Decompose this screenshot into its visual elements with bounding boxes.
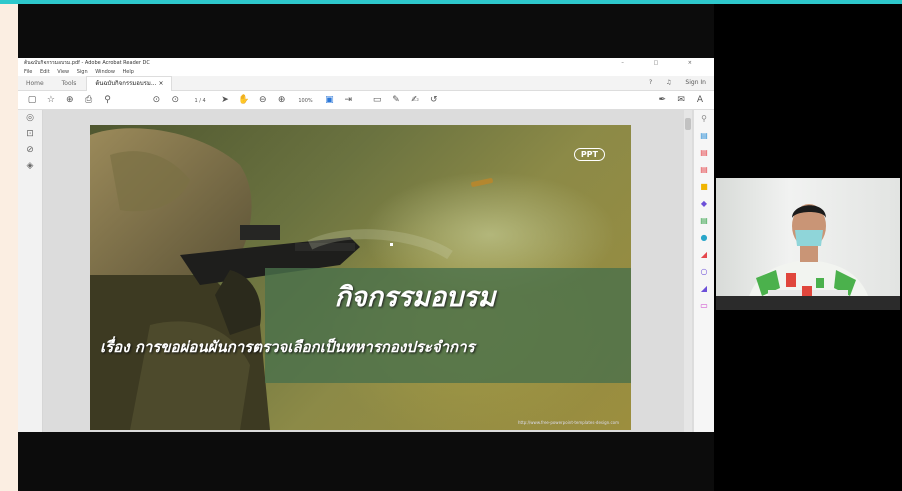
- left-margin-band: [0, 4, 18, 491]
- pen-icon[interactable]: ✎: [388, 91, 404, 109]
- tab-bar: Home Tools ต้นฉบับกิจกรรมอบรม... × ? ♫ S…: [18, 76, 714, 91]
- print-icon[interactable]: ⎙: [81, 91, 97, 109]
- upload-icon[interactable]: ⊕: [62, 91, 78, 109]
- window-titlebar: ต้นฉบับกิจกรรมอบรม.pdf - Adobe Acrobat R…: [18, 58, 714, 68]
- notification-bell-icon[interactable]: ♫: [666, 79, 671, 86]
- tab-home[interactable]: Home: [18, 77, 52, 91]
- fill-sign-icon[interactable]: ○: [694, 263, 714, 280]
- highlight-icon[interactable]: ✍: [407, 91, 423, 109]
- sign-in-button[interactable]: Sign In: [685, 79, 706, 86]
- text-tool-icon[interactable]: A: [692, 91, 708, 109]
- right-tools-rail: ⚲ ▤ ▤ ▤ ■ ◆ ▤ ● ◢ ○ ◢ ▭: [693, 110, 714, 432]
- presenter-figure: [746, 204, 872, 310]
- slide-title: กิจกรรมอบรม: [334, 282, 496, 313]
- scrollbar-thumb[interactable]: [685, 118, 691, 130]
- create-icon[interactable]: ▢: [24, 91, 40, 109]
- zoom-level-select[interactable]: 100%: [293, 92, 319, 110]
- presenter-webcam: [716, 178, 900, 310]
- fit-page-icon[interactable]: ▣: [321, 91, 337, 109]
- tabbar-right: ? ♫ Sign In: [637, 76, 706, 90]
- organize-pages-icon[interactable]: ▤: [694, 212, 714, 229]
- help-icon[interactable]: ?: [649, 79, 652, 86]
- window-controls[interactable]: – □ ×: [621, 58, 706, 68]
- slide-footnote: http://www.free-powerpoint-templates-des…: [518, 420, 619, 425]
- protect-icon[interactable]: ◢: [694, 246, 714, 263]
- page-indicator[interactable]: 1 / 4: [186, 92, 214, 110]
- slide-subtitle: เรื่อง การขอผ่อนผันการตรวจเลือกเป็นทหารก…: [100, 338, 475, 356]
- comment-icon[interactable]: ▭: [369, 91, 385, 109]
- export-pdf-icon[interactable]: ▤: [694, 127, 714, 144]
- menu-bar: File Edit View Sign Window Help: [18, 68, 714, 76]
- star-icon[interactable]: ☆: [43, 91, 59, 109]
- menu-window[interactable]: Window: [95, 69, 115, 75]
- create-pdf-icon[interactable]: ▤: [694, 144, 714, 161]
- undo-icon[interactable]: ↺: [426, 91, 442, 109]
- bookmark-icon[interactable]: ⊡: [18, 126, 42, 142]
- comment-icon[interactable]: ■: [694, 178, 714, 195]
- search-icon[interactable]: ⚲: [100, 91, 116, 109]
- edit-pdf-icon[interactable]: ▤: [694, 161, 714, 178]
- menu-help[interactable]: Help: [123, 69, 134, 75]
- vertical-scrollbar[interactable]: [684, 110, 692, 432]
- page-down-icon[interactable]: ⊙: [167, 91, 183, 109]
- tab-tools[interactable]: Tools: [54, 77, 85, 91]
- read-mode-icon[interactable]: ⇥: [340, 91, 356, 109]
- menu-file[interactable]: File: [24, 69, 32, 75]
- zoom-out-icon[interactable]: ⊖: [255, 91, 271, 109]
- select-cursor-icon[interactable]: ➤: [217, 91, 233, 109]
- desk: [716, 296, 900, 310]
- zoom-in-icon[interactable]: ⊕: [274, 91, 290, 109]
- send-for-review-icon[interactable]: ◢: [694, 280, 714, 297]
- hand-tool-icon[interactable]: ✋: [236, 91, 252, 109]
- comment-icon[interactable]: ◎: [18, 110, 42, 126]
- sign-icon[interactable]: ✒: [654, 91, 670, 109]
- layers-icon[interactable]: ◈: [18, 158, 42, 174]
- search-icon[interactable]: ⚲: [694, 110, 714, 127]
- mouse-cursor: [390, 243, 393, 246]
- pdf-page-slide: PPT กิจกรรมอบรม เรื่อง การขอผ่อนผันการตร…: [90, 125, 631, 430]
- tab-document[interactable]: ต้นฉบับกิจกรรมอบรม... ×: [86, 76, 173, 91]
- combine-files-icon[interactable]: ◆: [694, 195, 714, 212]
- window-title: ต้นฉบับกิจกรรมอบรม.pdf - Adobe Acrobat R…: [24, 60, 150, 66]
- left-navigation-rail: ◎ ⊡ ⊘ ◈: [18, 110, 43, 432]
- page-up-icon[interactable]: ⊙: [148, 91, 164, 109]
- toolbar-right-group: ✒ ✉ A: [654, 91, 708, 109]
- menu-view[interactable]: View: [57, 69, 69, 75]
- attachment-icon[interactable]: ⊘: [18, 142, 42, 158]
- document-workarea: ◎ ⊡ ⊘ ◈ PPT กิจกรรมอบรม เรื่อง การขอผ่อน…: [18, 110, 714, 432]
- enhance-scans-icon[interactable]: ●: [694, 229, 714, 246]
- more-tools-icon[interactable]: ▭: [694, 297, 714, 314]
- slide-logo: PPT: [573, 148, 605, 161]
- menu-sign[interactable]: Sign: [77, 69, 88, 75]
- mail-icon[interactable]: ✉: [673, 91, 689, 109]
- menu-edit[interactable]: Edit: [40, 69, 50, 75]
- main-toolbar: ▢ ☆ ⊕ ⎙ ⚲ ⊙ ⊙ 1 / 4 ➤ ✋ ⊖ ⊕ 100% ▣ ⇥ ▭ ✎…: [18, 91, 714, 110]
- acrobat-window: ต้นฉบับกิจกรรมอบรม.pdf - Adobe Acrobat R…: [18, 58, 714, 432]
